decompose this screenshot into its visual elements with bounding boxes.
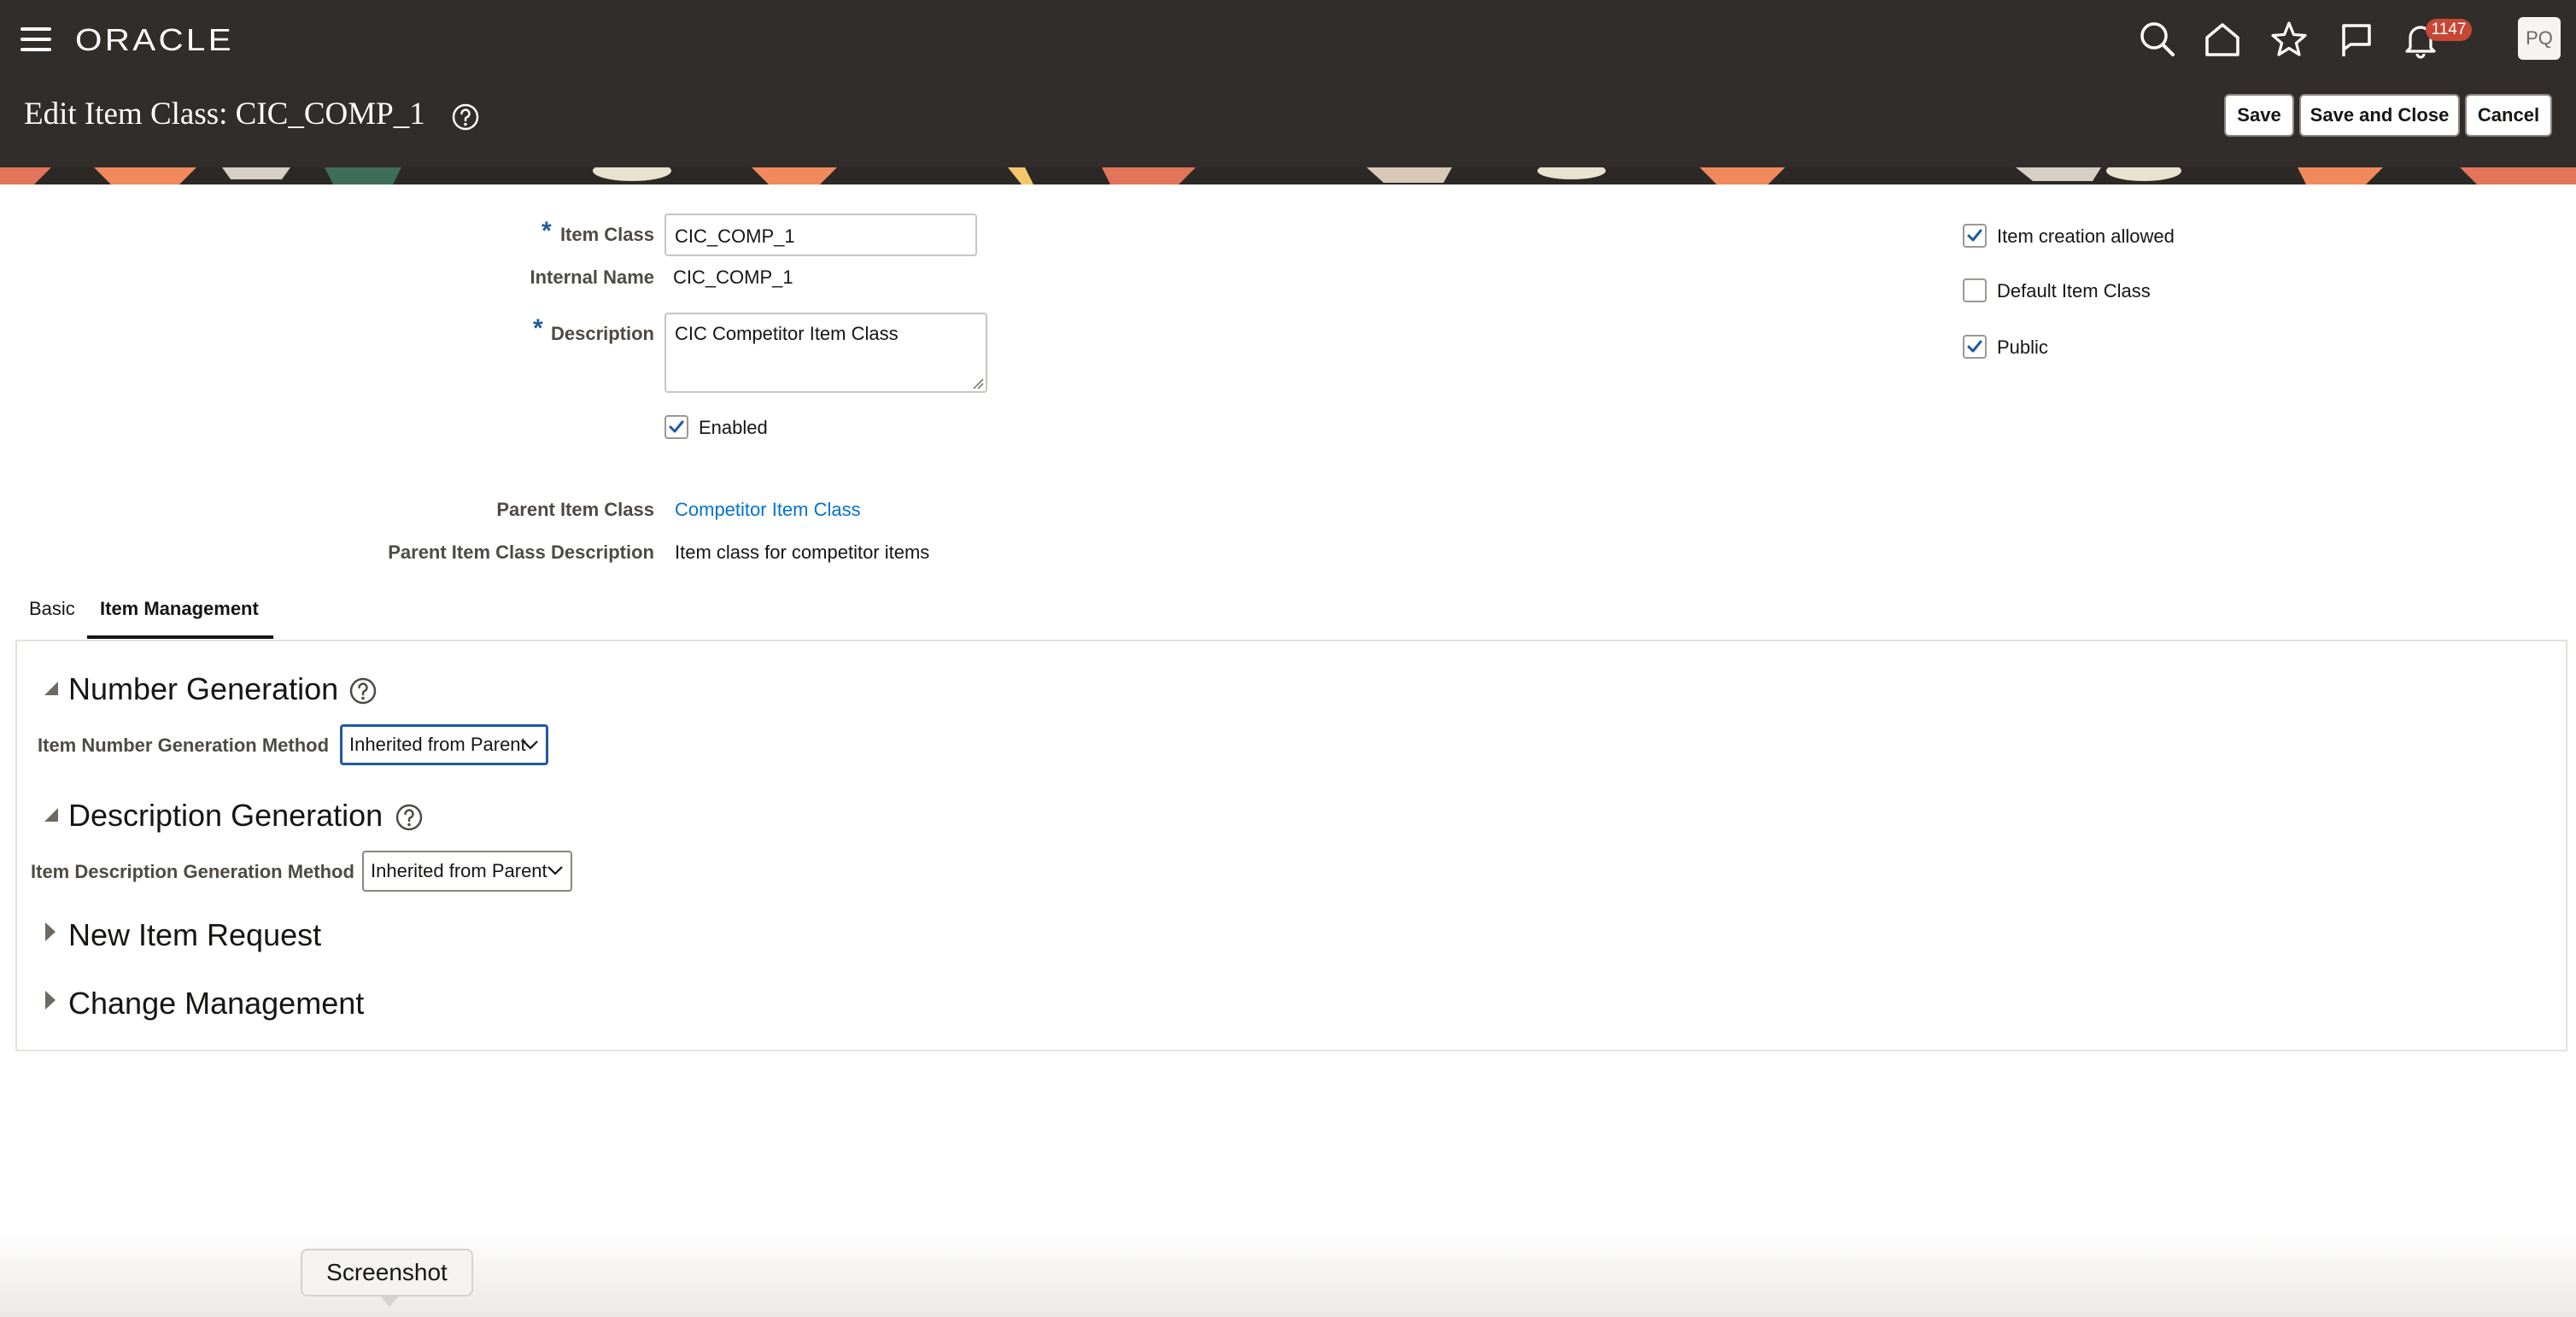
item-number-generation-method-select[interactable]: Inherited from Parent bbox=[340, 724, 548, 765]
page-title: Edit Item Class: CIC_COMP_1 bbox=[24, 97, 425, 132]
search-icon[interactable] bbox=[2137, 19, 2178, 60]
checkmark-icon bbox=[1967, 229, 1982, 242]
chevron-down-icon bbox=[547, 866, 563, 875]
section-change-management[interactable]: Change Management bbox=[68, 986, 364, 1021]
checkmark-icon bbox=[1967, 340, 1982, 353]
enabled-checkbox[interactable] bbox=[664, 415, 688, 439]
tab-item-management[interactable]: Item Management bbox=[100, 598, 259, 620]
default-item-class-label: Default Item Class bbox=[1997, 280, 2151, 301]
cancel-button[interactable]: Cancel bbox=[2465, 94, 2552, 137]
public-label: Public bbox=[1997, 337, 2048, 358]
select-value: Inherited from Parent bbox=[371, 860, 547, 881]
public-checkbox[interactable] bbox=[1963, 335, 1987, 359]
selected-tab-indicator bbox=[87, 635, 273, 639]
checkmark-icon bbox=[669, 420, 684, 433]
parent-item-class-description-label: Parent Item Class Description bbox=[388, 541, 654, 563]
item-class-input[interactable]: CIC_COMP_1 bbox=[664, 214, 977, 256]
expand-triangle-icon[interactable] bbox=[43, 989, 58, 1011]
help-icon[interactable] bbox=[395, 803, 424, 836]
collapse-triangle-icon[interactable] bbox=[41, 806, 60, 823]
collapse-triangle-icon[interactable] bbox=[41, 680, 60, 697]
description-textarea[interactable]: CIC Competitor Item Class bbox=[664, 313, 987, 393]
user-avatar[interactable]: PQ bbox=[2518, 17, 2561, 60]
decorative-banner bbox=[0, 167, 2576, 184]
section-new-item-request[interactable]: New Item Request bbox=[68, 917, 321, 953]
save-and-close-button[interactable]: Save and Close bbox=[2299, 94, 2460, 137]
description-label: Description bbox=[550, 323, 654, 344]
help-icon[interactable] bbox=[451, 102, 480, 132]
select-value: Inherited from Parent bbox=[349, 734, 526, 755]
tab-basic[interactable]: Basic bbox=[29, 598, 75, 620]
enabled-label: Enabled bbox=[699, 417, 768, 438]
help-icon[interactable] bbox=[348, 676, 378, 710]
hamburger-menu-icon[interactable] bbox=[20, 26, 55, 55]
star-icon[interactable] bbox=[2269, 19, 2310, 60]
item-creation-allowed-checkbox[interactable] bbox=[1963, 224, 1987, 248]
section-description-generation[interactable]: Description Generation bbox=[68, 798, 383, 834]
parent-item-class-link[interactable]: Competitor Item Class bbox=[675, 499, 861, 521]
item-description-generation-method-select[interactable]: Inherited from Parent bbox=[362, 851, 572, 892]
parent-item-class-label: Parent Item Class bbox=[496, 499, 654, 520]
section-number-generation[interactable]: Number Generation bbox=[68, 671, 338, 707]
parent-item-class-description-value: Item class for competitor items bbox=[675, 541, 930, 563]
item-class-label: Item Class bbox=[559, 224, 654, 245]
item-management-panel bbox=[15, 640, 2567, 1051]
default-item-class-checkbox[interactable] bbox=[1963, 278, 1987, 302]
resize-handle-icon[interactable] bbox=[972, 378, 984, 389]
expand-triangle-icon[interactable] bbox=[43, 921, 58, 943]
home-icon[interactable] bbox=[2202, 19, 2243, 60]
chevron-down-icon bbox=[523, 740, 538, 750]
flag-icon[interactable] bbox=[2335, 19, 2376, 60]
notification-count-badge: 1147 bbox=[2426, 19, 2472, 41]
item-number-generation-method-label: Item Number Generation Method bbox=[38, 735, 330, 756]
global-header: ORACLE 1147 PQ Edit Item Class: CIC_COMP… bbox=[0, 0, 2576, 167]
save-button[interactable]: Save bbox=[2224, 94, 2294, 137]
item-description-generation-method-label: Item Description Generation Method bbox=[31, 861, 354, 882]
screenshot-tooltip: Screenshot bbox=[301, 1249, 473, 1297]
internal-name-label: Internal Name bbox=[530, 266, 655, 288]
oracle-logo: ORACLE bbox=[75, 22, 234, 57]
item-creation-allowed-label: Item creation allowed bbox=[1997, 225, 2175, 247]
internal-name-value: CIC_COMP_1 bbox=[673, 266, 793, 288]
tooltip-arrow bbox=[379, 1295, 400, 1307]
